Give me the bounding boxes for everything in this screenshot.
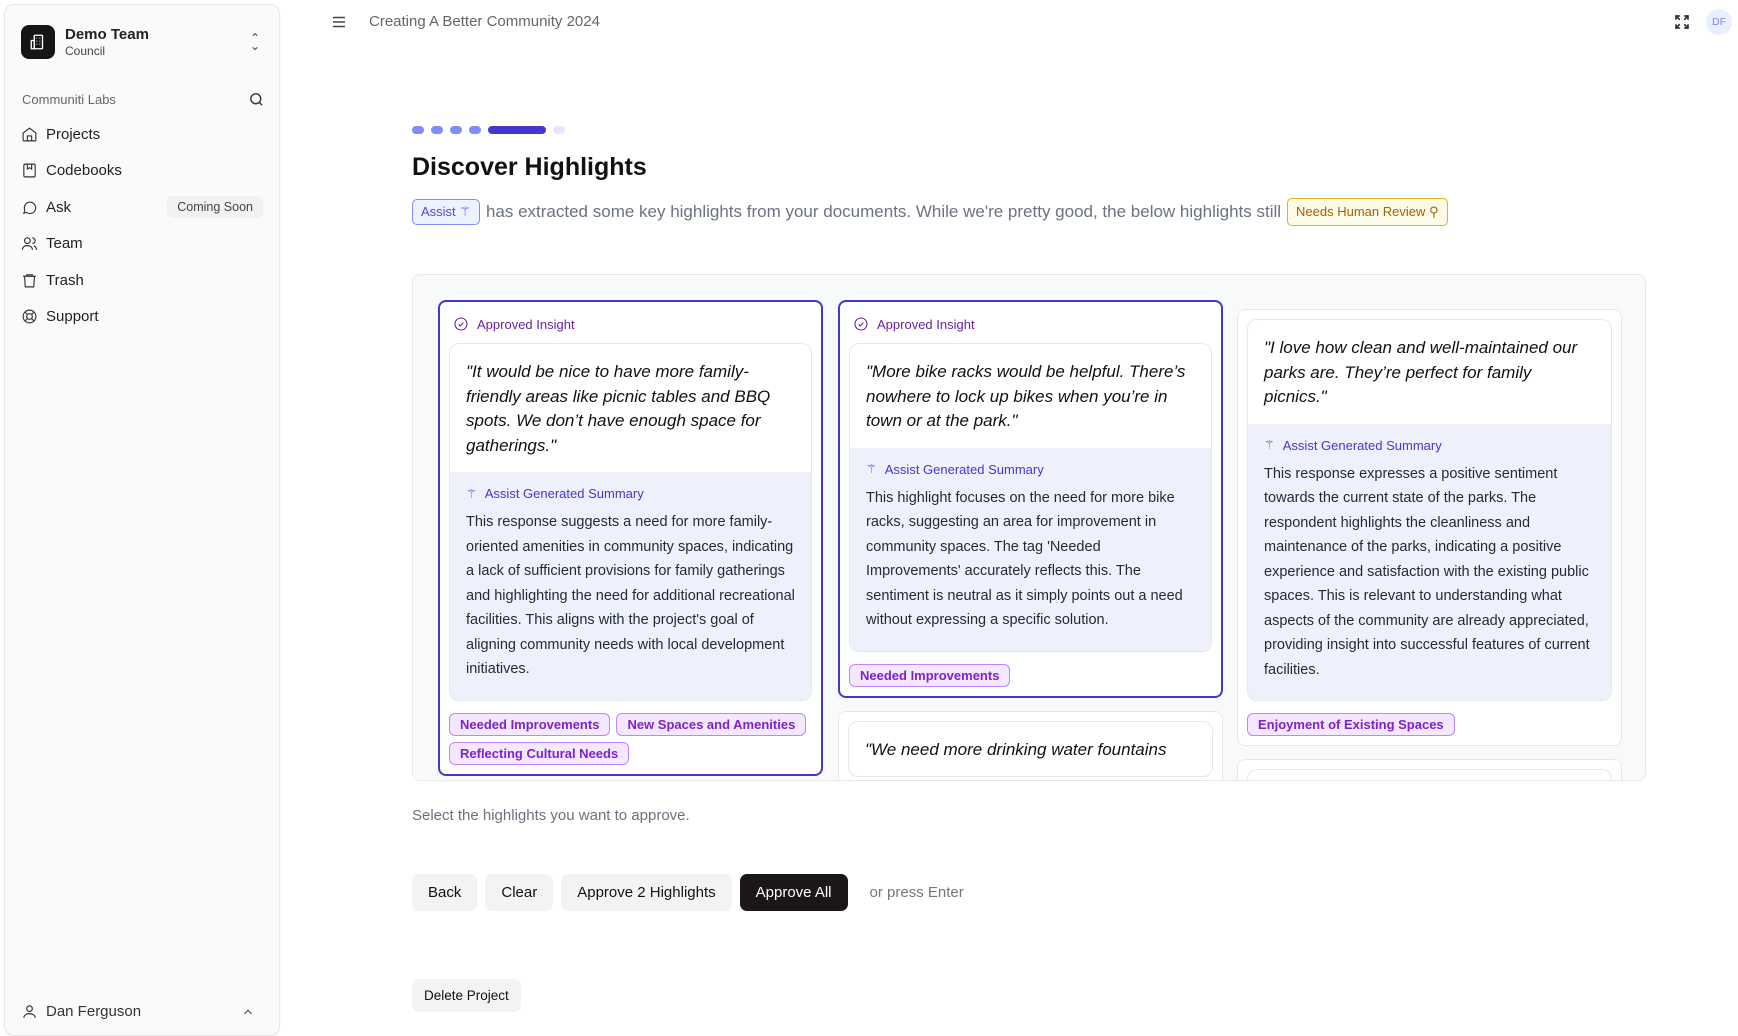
building-icon	[21, 25, 55, 59]
sidebar-item-codebooks[interactable]: Codebooks	[21, 153, 263, 190]
approve-selected-button[interactable]: Approve 2 Highlights	[561, 874, 732, 911]
highlight-card[interactable]: "I love how clean and well-maintained ou…	[1237, 309, 1622, 746]
book-icon	[23, 163, 36, 178]
assist-chip: Assist ⚚	[412, 199, 480, 225]
team-switcher[interactable]: Demo Team Council ⌃ ⌄	[21, 21, 263, 63]
sidebar-item-label: Projects	[46, 125, 101, 143]
highlight-quote: "I love how clean and well-maintained ou…	[1264, 338, 1578, 406]
step-dot-current	[488, 126, 546, 134]
chevron-up-icon	[244, 1009, 252, 1014]
expand-icon[interactable]	[1673, 13, 1691, 31]
sidebar-item-label: Codebooks	[46, 162, 122, 180]
approve-all-button[interactable]: Approve All	[739, 874, 848, 911]
org-label: Communiti Labs	[22, 92, 116, 107]
user-icon	[23, 1005, 36, 1018]
approved-label: Approved Insight	[477, 316, 575, 332]
wand-icon: ⚚	[866, 462, 877, 476]
chevrons-up-down-icon[interactable]: ⌃ ⌄	[247, 32, 263, 52]
menu-icon[interactable]	[330, 13, 348, 31]
sidebar: Demo Team Council ⌃ ⌄ Communiti Labs Proj…	[4, 4, 280, 1036]
summary-label: Assist Generated Summary	[484, 486, 644, 501]
highlight-column: Approved Insight "It would be nice to ha…	[438, 300, 823, 780]
search-icon[interactable]	[248, 91, 265, 108]
summary-text: This highlight focuses on the need for m…	[866, 489, 1183, 629]
selection-hint: Select the highlights you want to approv…	[412, 807, 690, 824]
delete-project-button[interactable]: Delete Project	[412, 979, 521, 1012]
step-dot	[553, 126, 565, 134]
intro-line: Assist ⚚ has extracted some key highligh…	[412, 198, 1448, 226]
team-name: Demo Team	[65, 26, 149, 43]
users-icon	[21, 237, 38, 251]
intro-text: has extracted some key highlights from y…	[485, 202, 1282, 221]
sidebar-item-label: Support	[46, 308, 99, 326]
tag[interactable]: New Spaces and Amenities	[616, 712, 807, 736]
check-circle-icon	[454, 317, 468, 331]
user-menu[interactable]: Dan Ferguson	[21, 1003, 263, 1020]
clear-button[interactable]: Clear	[485, 874, 554, 911]
sidebar-item-ask[interactable]: Ask Coming Soon	[21, 189, 263, 226]
lifebuoy-icon	[22, 309, 37, 324]
wand-icon: ⚚	[466, 486, 477, 501]
breadcrumb[interactable]: Creating A Better Community 2024	[369, 13, 600, 30]
tag[interactable]: Needed Improvements	[849, 663, 1011, 687]
enter-hint: or press Enter	[869, 884, 964, 901]
highlight-column: Approved Insight "More bike racks would …	[838, 300, 1223, 780]
highlight-column: "I love how clean and well-maintained ou…	[1237, 309, 1622, 780]
summary-label: Assist Generated Summary	[1282, 437, 1442, 453]
team-subtitle: Council	[65, 44, 106, 58]
highlight-card[interactable]: "I love our outdoor amphitheatre. We’ve …	[1237, 759, 1622, 780]
needs-review-chip: Needs Human Review ⚲	[1287, 198, 1448, 226]
sidebar-item-support[interactable]: Support	[21, 299, 263, 336]
home-icon	[22, 127, 37, 142]
page-title: Discover Highlights	[412, 153, 647, 181]
summary-label: Assist Generated Summary	[884, 461, 1044, 477]
step-dot	[469, 126, 481, 134]
trash-icon	[23, 274, 36, 288]
signpost-icon: ⚲	[1429, 204, 1439, 219]
tag[interactable]: Enjoyment of Existing Spaces	[1247, 713, 1455, 736]
step-progress	[412, 126, 565, 134]
approved-label: Approved Insight	[877, 316, 975, 332]
highlight-card[interactable]: "We need more drinking water fountains	[838, 710, 1223, 780]
sidebar-item-team[interactable]: Team	[21, 226, 263, 263]
step-dot	[450, 126, 462, 134]
sidebar-item-label: Team	[46, 235, 83, 253]
tag[interactable]: Needed Improvements	[449, 712, 611, 736]
check-circle-icon	[854, 317, 868, 331]
user-name: Dan Ferguson	[46, 1003, 142, 1020]
avatar[interactable]: DF	[1706, 9, 1732, 35]
summary-text: This response expresses a positive senti…	[1264, 465, 1590, 678]
sidebar-nav: Projects Codebooks Ask Coming Soon Team …	[21, 116, 263, 335]
highlight-quote: "We need more drinking water fountains	[865, 739, 1167, 759]
highlight-card[interactable]: Approved Insight "More bike racks would …	[838, 300, 1223, 698]
highlight-quote: "More bike racks would be helpful. There…	[866, 362, 1186, 430]
action-bar: Back Clear Approve 2 Highlights Approve …	[412, 874, 964, 911]
highlight-quote: "I love our outdoor amphitheatre. We’ve …	[1248, 770, 1611, 780]
sidebar-item-label: Ask	[46, 198, 72, 216]
highlight-quote: "It would be nice to have more family-fr…	[466, 362, 771, 455]
sidebar-item-projects[interactable]: Projects	[21, 116, 263, 153]
step-dot	[431, 126, 443, 134]
highlight-card[interactable]: Approved Insight "It would be nice to ha…	[438, 300, 823, 776]
back-button[interactable]: Back	[412, 874, 478, 911]
wand-icon: ⚚	[459, 204, 471, 219]
summary-text: This response suggests a need for more f…	[466, 514, 795, 677]
coming-soon-badge: Coming Soon	[167, 196, 263, 219]
sidebar-item-label: Trash	[46, 271, 84, 289]
step-dot	[412, 126, 424, 134]
wand-icon: ⚚	[1264, 438, 1275, 452]
highlights-board[interactable]: Approved Insight "It would be nice to ha…	[412, 274, 1646, 781]
sidebar-item-trash[interactable]: Trash	[21, 262, 263, 299]
tag[interactable]: Reflecting Cultural Needs	[449, 741, 630, 765]
chat-icon	[22, 201, 37, 214]
